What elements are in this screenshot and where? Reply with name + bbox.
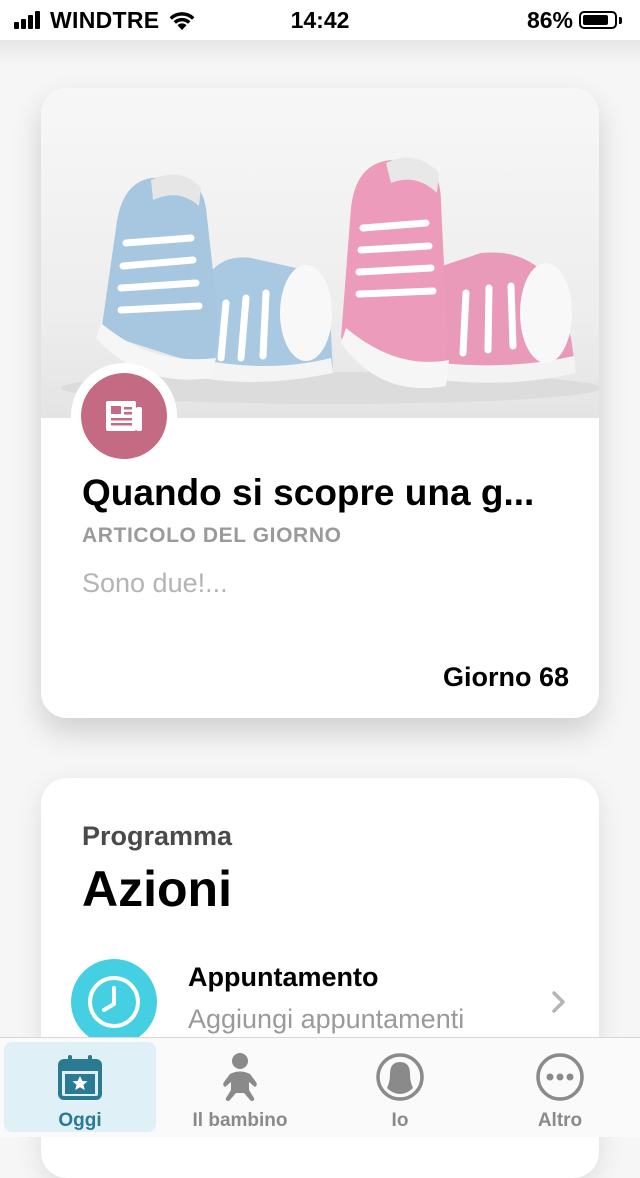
battery-level xyxy=(583,15,609,25)
header-shadow xyxy=(0,40,640,64)
program-kicker: Programma xyxy=(82,821,233,851)
tab-il-bambino[interactable]: Il bambino xyxy=(164,1042,316,1132)
article-day-label: Giorno 68 xyxy=(442,662,569,692)
article-type-label: ARTICOLO DEL GIORNO xyxy=(82,524,342,547)
status-bar: WINDTRE 14:42 86% xyxy=(0,0,640,40)
tab-io[interactable]: Io xyxy=(324,1042,476,1132)
mother-profile-icon xyxy=(375,1052,425,1102)
appointment-action-subtitle[interactable]: Aggiungi appuntamenti xyxy=(188,1004,464,1035)
baby-shoes-illustration xyxy=(61,157,599,404)
battery-percent: 86% xyxy=(526,6,573,33)
appointment-action-title[interactable]: Appuntamento xyxy=(188,962,378,993)
tab-label: Oggi xyxy=(58,1110,102,1131)
tab-bar: Oggi Il bambino Io Altro xyxy=(0,1037,640,1137)
article-of-the-day-card[interactable]: Quando si scopre una g... ARTICOLO DEL G… xyxy=(41,88,599,718)
newspaper-icon xyxy=(81,373,167,459)
tab-label: Il bambino xyxy=(192,1110,288,1131)
article-excerpt: Sono due!... xyxy=(82,568,228,598)
tab-label: Altro xyxy=(537,1110,583,1131)
calendar-star-icon xyxy=(57,1052,103,1102)
more-icon xyxy=(535,1052,585,1102)
tab-altro[interactable]: Altro xyxy=(484,1042,636,1132)
article-title[interactable]: Quando si scopre una g... xyxy=(82,472,572,514)
program-title: Azioni xyxy=(82,861,232,917)
article-hero-image xyxy=(41,88,599,418)
tab-oggi[interactable]: Oggi xyxy=(4,1042,156,1132)
chevron-right-icon[interactable] xyxy=(551,990,567,1014)
status-right: 86% xyxy=(527,6,622,34)
battery-cap xyxy=(619,16,622,24)
baby-icon xyxy=(220,1052,260,1102)
tab-label: Io xyxy=(391,1110,409,1131)
clock-icon[interactable] xyxy=(71,959,157,1045)
battery-icon xyxy=(579,11,617,29)
